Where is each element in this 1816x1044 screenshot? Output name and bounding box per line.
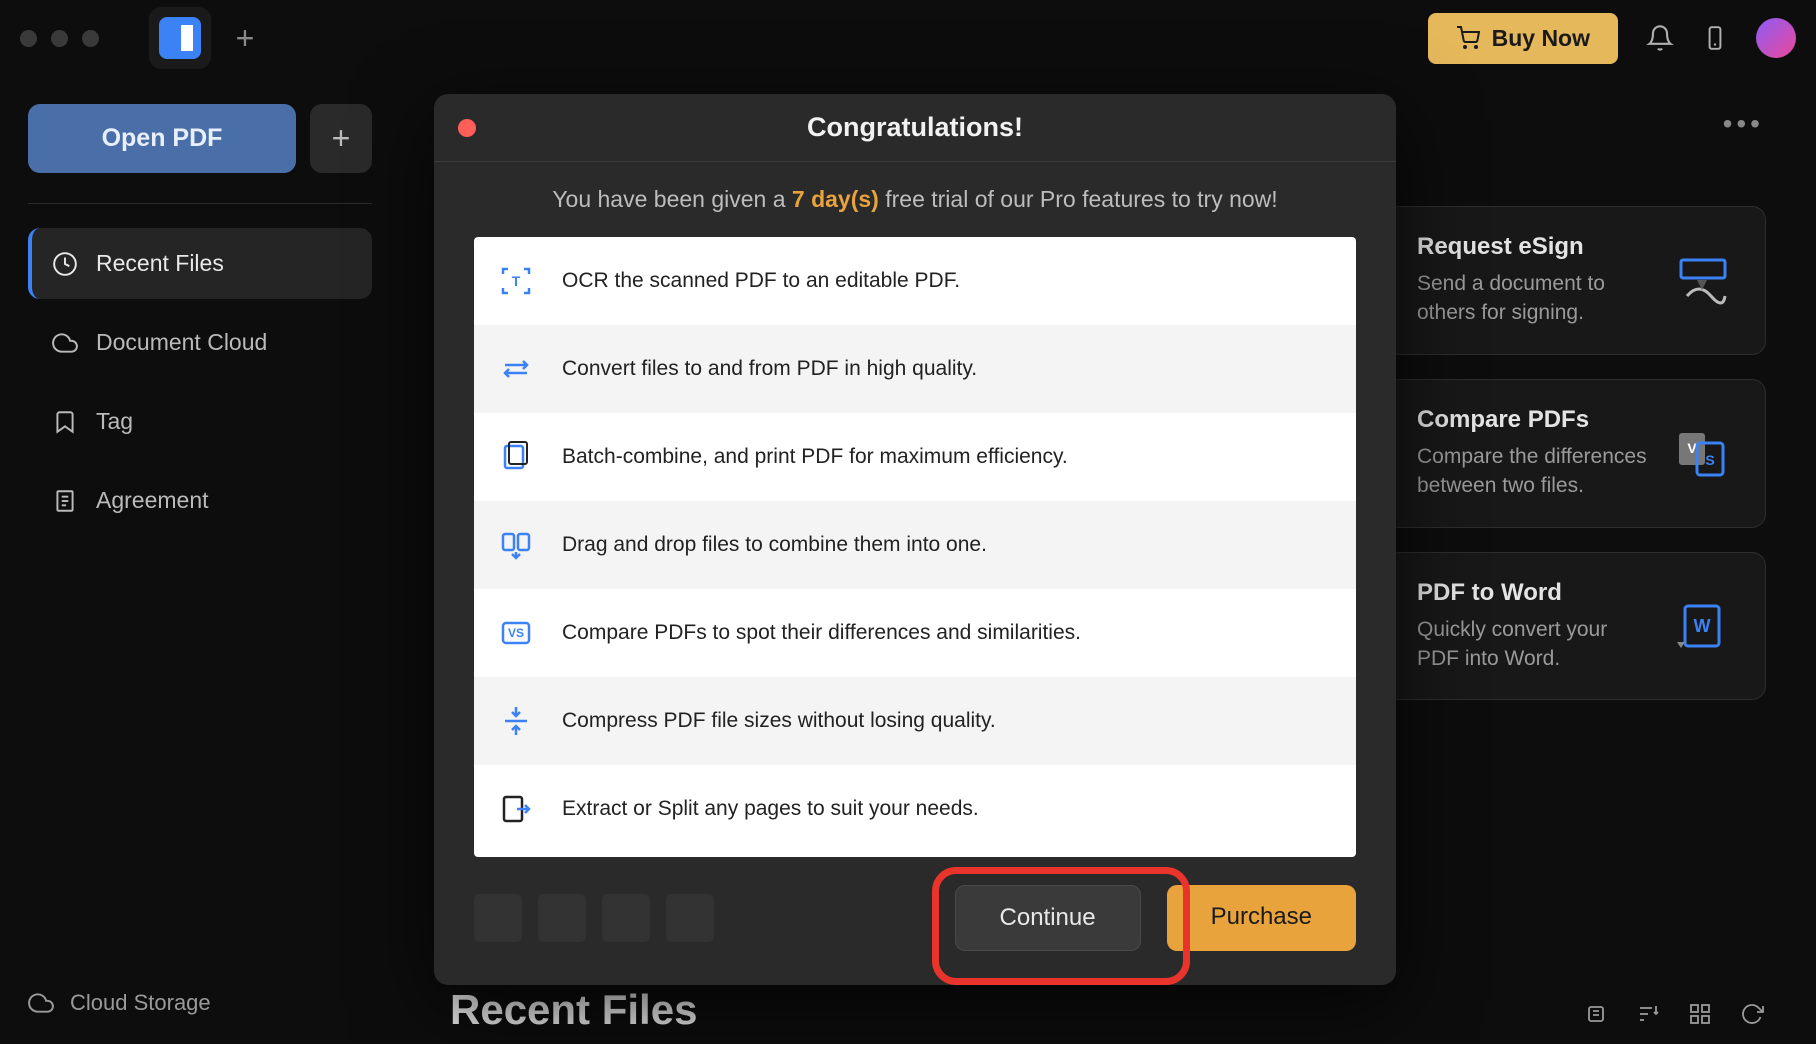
buy-now-button[interactable]: Buy Now [1428, 13, 1618, 64]
sidebar-item-recent-files[interactable]: Recent Files [28, 228, 372, 299]
tabs: + [149, 7, 269, 69]
modal-footer: Continue Purchase [434, 857, 1396, 985]
sidebar-item-document-cloud[interactable]: Document Cloud [28, 307, 372, 378]
mobile-icon[interactable] [1702, 25, 1728, 51]
card-desc: Compare the differences between two file… [1417, 442, 1647, 501]
more-icon[interactable]: ••• [1723, 108, 1764, 140]
feature-row-convert: Convert files to and from PDF in high qu… [474, 325, 1356, 413]
sidebar-label: Tag [96, 408, 133, 435]
badge-icon [602, 894, 650, 942]
app-logo-icon [159, 17, 201, 59]
ocr-icon: T [498, 263, 534, 299]
card-title: Request eSign [1417, 233, 1647, 261]
document-icon [52, 488, 78, 514]
svg-text:S: S [1705, 452, 1714, 468]
feature-row-batch: Batch-combine, and print PDF for maximum… [474, 413, 1356, 501]
card-request-esign[interactable]: Request eSign Send a document to others … [1386, 206, 1766, 355]
esign-icon [1667, 233, 1735, 328]
feature-text: Convert files to and from PDF in high qu… [562, 357, 977, 381]
card-desc: Send a document to others for signing. [1417, 269, 1647, 328]
bell-icon[interactable] [1646, 24, 1674, 52]
bookmark-icon [52, 409, 78, 435]
card-title: PDF to Word [1417, 579, 1647, 607]
card-pdf-to-word[interactable]: PDF to Word Quickly convert your PDF int… [1386, 552, 1766, 701]
feature-row-compress: Compress PDF file sizes without losing q… [474, 677, 1356, 765]
feature-row-ocr: T OCR the scanned PDF to an editable PDF… [474, 237, 1356, 325]
extract-icon [498, 791, 534, 827]
modal-header: Congratulations! [434, 94, 1396, 162]
window-minimize[interactable] [51, 30, 68, 47]
card-compare-pdfs[interactable]: Compare PDFs Compare the differences bet… [1386, 379, 1766, 528]
app-tab-home[interactable] [149, 7, 211, 69]
user-avatar[interactable] [1756, 18, 1796, 58]
sort-icon[interactable] [1636, 1002, 1660, 1026]
feature-text: Compare PDFs to spot their differences a… [562, 621, 1081, 645]
feature-text: Extract or Split any pages to suit your … [562, 797, 979, 821]
trust-badges [474, 894, 714, 942]
feature-row-compare: VS Compare PDFs to spot their difference… [474, 589, 1356, 677]
compress-icon [498, 703, 534, 739]
cloud-icon [28, 990, 54, 1016]
subtitle-prefix: You have been given a [552, 186, 792, 212]
sidebar-label: Recent Files [96, 250, 224, 277]
cloud-storage-label: Cloud Storage [70, 990, 211, 1016]
modal-title: Congratulations! [458, 112, 1372, 143]
svg-text:VS: VS [508, 626, 524, 640]
combine-icon [498, 527, 534, 563]
feature-text: OCR the scanned PDF to an editable PDF. [562, 269, 960, 293]
trial-modal: Congratulations! You have been given a 7… [434, 94, 1396, 985]
open-pdf-button[interactable]: Open PDF [28, 104, 296, 173]
feature-text: Batch-combine, and print PDF for maximum… [562, 445, 1068, 469]
vs-icon: VS [498, 615, 534, 651]
sidebar-item-tag[interactable]: Tag [28, 386, 372, 457]
compare-icon: VS [1667, 406, 1735, 501]
traffic-lights [20, 30, 99, 47]
sidebar-item-agreement[interactable]: Agreement [28, 465, 372, 536]
view-tools [1584, 1002, 1764, 1026]
pin-icon[interactable] [1584, 1002, 1608, 1026]
modal-subtitle: You have been given a 7 day(s) free tria… [434, 162, 1396, 237]
card-title: Compare PDFs [1417, 406, 1647, 434]
svg-text:T: T [512, 273, 521, 289]
svg-text:W: W [1694, 616, 1711, 636]
word-icon: W [1667, 579, 1735, 674]
refresh-icon[interactable] [1740, 1002, 1764, 1026]
card-desc: Quickly convert your PDF into Word. [1417, 615, 1647, 674]
badge-icon [538, 894, 586, 942]
cart-icon [1456, 26, 1480, 50]
badge-icon [666, 894, 714, 942]
buy-now-label: Buy Now [1492, 25, 1590, 52]
feature-text: Compress PDF file sizes without losing q… [562, 709, 996, 733]
cloud-icon [52, 330, 78, 356]
clock-icon [52, 251, 78, 277]
create-button[interactable]: + [310, 104, 372, 173]
feature-text: Drag and drop files to combine them into… [562, 533, 987, 557]
convert-icon [498, 351, 534, 387]
titlebar-actions: Buy Now [1428, 13, 1796, 64]
feature-row-extract: Extract or Split any pages to suit your … [474, 765, 1356, 853]
divider [28, 203, 372, 204]
badge-icon [474, 894, 522, 942]
subtitle-suffix: free trial of our Pro features to try no… [879, 186, 1278, 212]
titlebar: + Buy Now [0, 0, 1816, 76]
window-close[interactable] [20, 30, 37, 47]
sidebar-label: Agreement [96, 487, 209, 514]
batch-icon [498, 439, 534, 475]
new-tab-button[interactable]: + [221, 14, 269, 62]
continue-button[interactable]: Continue [955, 885, 1141, 951]
subtitle-highlight: 7 day(s) [792, 186, 879, 212]
purchase-button[interactable]: Purchase [1167, 885, 1356, 951]
recent-files-heading: Recent Files [450, 986, 697, 1034]
sidebar-cloud-storage[interactable]: Cloud Storage [28, 990, 372, 1016]
feature-row-combine: Drag and drop files to combine them into… [474, 501, 1356, 589]
sidebar-label: Document Cloud [96, 329, 267, 356]
window-maximize[interactable] [82, 30, 99, 47]
grid-icon[interactable] [1688, 1002, 1712, 1026]
sidebar: Open PDF + Recent Files Document Cloud [0, 76, 400, 1044]
feature-list[interactable]: T OCR the scanned PDF to an editable PDF… [474, 237, 1356, 857]
